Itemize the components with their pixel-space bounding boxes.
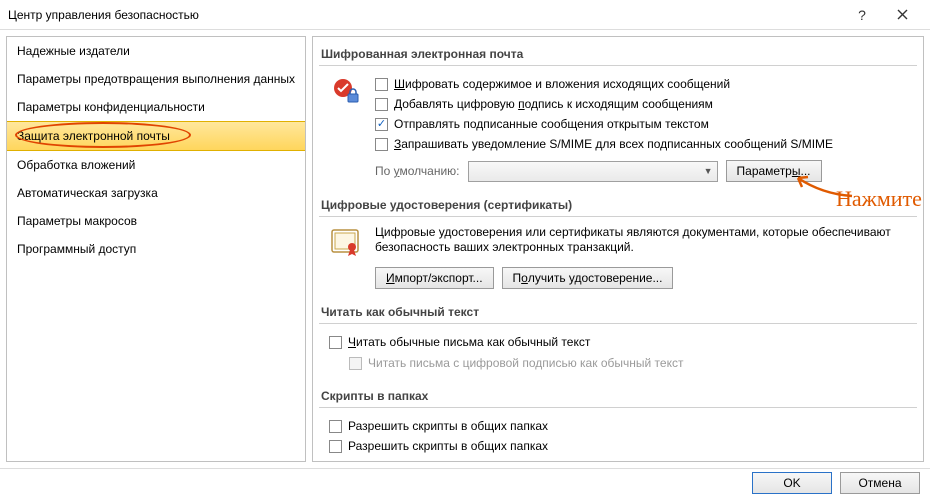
checkbox-encrypt[interactable]	[375, 78, 388, 91]
sidebar-item-programmatic-access[interactable]: Программный доступ	[7, 235, 305, 263]
section-encrypted-mail: Шифрованная электронная почта	[319, 41, 917, 182]
ok-button[interactable]: OK	[752, 472, 832, 494]
chevron-down-icon: ▼	[704, 166, 713, 176]
checkbox-read-plain[interactable]	[329, 336, 342, 349]
sidebar-item-auto-download[interactable]: Автоматическая загрузка	[7, 179, 305, 207]
checkbox-label: Добавлять цифровую подпись к исходящим с…	[394, 95, 713, 113]
checkbox-scripts-shared2[interactable]	[329, 440, 342, 453]
default-settings-dropdown[interactable]: ▼	[468, 161, 718, 182]
sidebar-item-privacy[interactable]: Параметры конфиденциальности	[7, 93, 305, 121]
envelope-seal-icon	[329, 76, 361, 108]
section-header: Скрипты в папках	[319, 383, 917, 408]
parameters-button[interactable]: Параметры...	[726, 160, 822, 182]
section-header: Цифровые удостоверения (сертификаты)	[319, 192, 917, 217]
checkbox-receipt[interactable]	[375, 138, 388, 151]
checkbox-label: Отправлять подписанные сообщения открыты…	[394, 115, 709, 133]
help-icon[interactable]: ?	[842, 0, 882, 30]
certificate-icon	[329, 227, 361, 259]
dialog-footer: OK Отмена	[0, 468, 930, 497]
titlebar: Центр управления безопасностью ?	[0, 0, 930, 30]
sidebar-item-label: Защита электронной почты	[17, 129, 170, 143]
import-export-button[interactable]: Импорт/экспорт...	[375, 267, 494, 289]
checkbox-label: Шифровать содержимое и вложения исходящи…	[394, 75, 730, 93]
sidebar-item-dep[interactable]: Параметры предотвращения выполнения данн…	[7, 65, 305, 93]
sidebar-item-label: Программный доступ	[17, 242, 136, 256]
section-read-plaintext: Читать как обычный текст Читать обычные …	[319, 299, 917, 373]
cert-description: Цифровые удостоверения или сертификаты я…	[375, 225, 913, 255]
close-icon[interactable]	[882, 0, 922, 30]
checkbox-label: Разрешить скрипты в общих папках	[348, 437, 548, 455]
section-certificates: Цифровые удостоверения (сертификаты) Циф…	[319, 192, 917, 289]
sidebar-item-email-security[interactable]: Защита электронной почты	[7, 121, 305, 151]
sidebar-item-macros[interactable]: Параметры макросов	[7, 207, 305, 235]
sidebar: Надежные издатели Параметры предотвращен…	[6, 36, 306, 462]
sidebar-item-attachments[interactable]: Обработка вложений	[7, 151, 305, 179]
checkbox-sign[interactable]	[375, 98, 388, 111]
checkbox-label: Разрешить скрипты в общих папках	[348, 417, 548, 435]
section-header: Читать как обычный текст	[319, 299, 917, 324]
sidebar-item-label: Надежные издатели	[17, 44, 130, 58]
sidebar-item-label: Автоматическая загрузка	[17, 186, 158, 200]
cancel-button[interactable]: Отмена	[840, 472, 920, 494]
get-certificate-button[interactable]: Получить удостоверение...	[502, 267, 674, 289]
sidebar-item-label: Параметры макросов	[17, 214, 137, 228]
sidebar-item-trusted-publishers[interactable]: Надежные издатели	[7, 37, 305, 65]
window-title: Центр управления безопасностью	[8, 8, 842, 22]
section-scripts: Скрипты в папках Разрешить скрипты в общ…	[319, 383, 917, 456]
sidebar-item-label: Параметры предотвращения выполнения данн…	[17, 72, 295, 86]
checkbox-read-signed-plain	[349, 357, 362, 370]
checkbox-cleartext[interactable]: ✓	[375, 118, 388, 131]
checkbox-scripts-shared[interactable]	[329, 420, 342, 433]
checkbox-label: Читать обычные письма как обычный текст	[348, 333, 590, 351]
section-header: Шифрованная электронная почта	[319, 41, 917, 66]
sidebar-item-label: Параметры конфиденциальности	[17, 100, 205, 114]
sidebar-item-label: Обработка вложений	[17, 158, 135, 172]
checkbox-label: Запрашивать уведомление S/MIME для всех …	[394, 135, 833, 153]
checkbox-label: Читать письма с цифровой подписью как об…	[368, 354, 683, 372]
default-label: По умолчанию:	[375, 164, 460, 178]
main-panel: Шифрованная электронная почта	[312, 36, 924, 462]
